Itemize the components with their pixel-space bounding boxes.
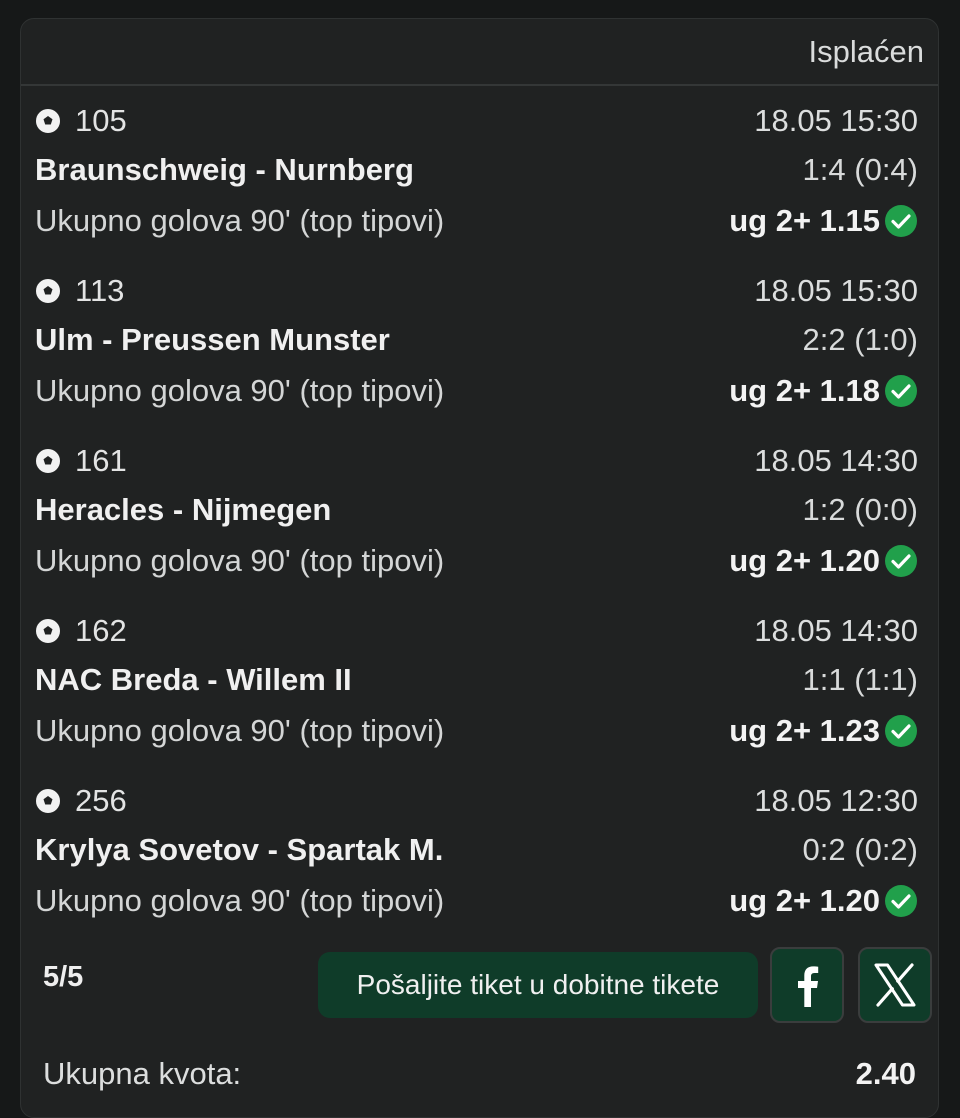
soccer-ball-icon — [36, 449, 60, 473]
match-datetime: 18.05 14:30 — [754, 613, 918, 648]
match-market: Ukupno golova 90' (top tipovi) — [35, 713, 445, 748]
checkmark-circle-icon — [885, 715, 917, 747]
ticket-status: Isplaćen — [808, 33, 924, 69]
match-score: 1:2 (0:0) — [802, 492, 918, 527]
match-teams: Braunschweig - Nurnberg — [35, 152, 414, 187]
facebook-icon — [798, 966, 819, 1007]
match-market: Ukupno golova 90' (top tipovi) — [35, 203, 445, 238]
match-item: 162 18.05 14:30 NAC Breda - Willem II 1:… — [21, 609, 940, 779]
checkmark-circle-icon — [885, 885, 917, 917]
match-datetime: 18.05 14:30 — [754, 443, 918, 478]
match-item: 105 18.05 15:30 Braunschweig - Nurnberg … — [21, 99, 940, 269]
match-pick: ug 2+ 1.20 — [729, 543, 880, 578]
match-score: 0:2 (0:2) — [802, 832, 918, 867]
match-teams: NAC Breda - Willem II — [35, 662, 352, 697]
match-number: 105 — [75, 103, 127, 138]
checkmark-circle-icon — [885, 375, 917, 407]
soccer-ball-icon — [36, 109, 60, 133]
ticket-status-row: Isplaćen — [21, 19, 938, 86]
match-number: 161 — [75, 443, 127, 478]
match-count: 5/5 — [43, 961, 84, 993]
soccer-ball-icon — [36, 279, 60, 303]
match-pick: ug 2+ 1.23 — [729, 713, 880, 748]
match-pick: ug 2+ 1.15 — [729, 203, 880, 238]
match-score: 1:1 (1:1) — [802, 662, 918, 697]
total-odds-label: Ukupna kvota: — [43, 1056, 242, 1091]
ticket-card: Isplaćen 105 18.05 15:30 Braunschweig - … — [20, 18, 939, 1118]
share-facebook-button[interactable] — [770, 947, 844, 1023]
send-to-winning-tickets-button[interactable]: Pošaljite tiket u dobitne tikete — [318, 952, 758, 1018]
match-teams: Heracles - Nijmegen — [35, 492, 332, 527]
match-market: Ukupno golova 90' (top tipovi) — [35, 543, 445, 578]
x-logo-icon — [874, 963, 916, 1007]
send-button-label: Pošaljite tiket u dobitne tikete — [356, 969, 720, 1000]
match-market: Ukupno golova 90' (top tipovi) — [35, 883, 445, 918]
match-datetime: 18.05 15:30 — [754, 103, 918, 138]
match-item: 256 18.05 12:30 Krylya Sovetov - Spartak… — [21, 779, 940, 949]
match-number: 113 — [75, 273, 125, 308]
checkmark-circle-icon — [885, 545, 917, 577]
checkmark-circle-icon — [885, 205, 917, 237]
total-odds-value: 2.40 — [855, 1056, 916, 1091]
match-score: 1:4 (0:4) — [802, 152, 918, 187]
soccer-ball-icon — [36, 619, 60, 643]
match-teams: Krylya Sovetov - Spartak M. — [35, 832, 444, 867]
share-x-button[interactable] — [858, 947, 932, 1023]
match-pick: ug 2+ 1.20 — [729, 883, 880, 918]
match-score: 2:2 (1:0) — [802, 322, 918, 357]
match-teams: Ulm - Preussen Munster — [35, 322, 390, 357]
soccer-ball-icon — [36, 789, 60, 813]
match-item: 161 18.05 14:30 Heracles - Nijmegen 1:2 … — [21, 439, 940, 609]
match-number: 162 — [75, 613, 127, 648]
match-market: Ukupno golova 90' (top tipovi) — [35, 373, 445, 408]
match-datetime: 18.05 12:30 — [754, 783, 918, 818]
match-pick: ug 2+ 1.18 — [729, 373, 880, 408]
match-datetime: 18.05 15:30 — [754, 273, 918, 308]
match-number: 256 — [75, 783, 127, 818]
match-item: 113 18.05 15:30 Ulm - Preussen Munster 2… — [21, 269, 940, 439]
